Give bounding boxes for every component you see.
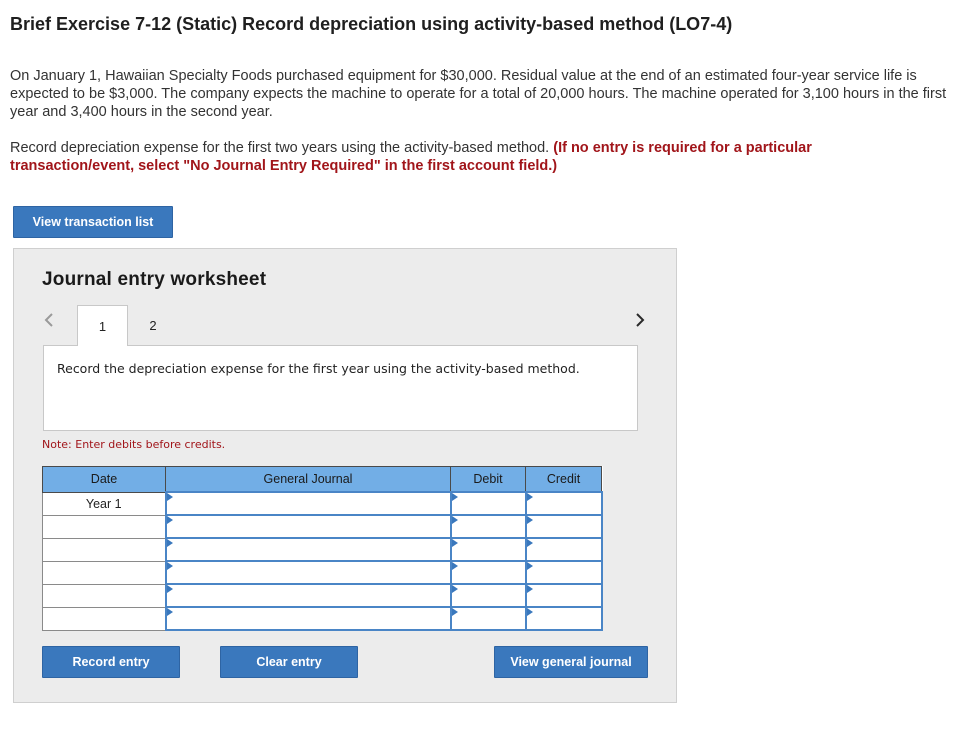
date-cell — [42, 560, 166, 585]
view-general-journal-button[interactable]: View general journal — [494, 646, 648, 678]
account-cell[interactable] — [164, 560, 452, 585]
input-marker-icon — [526, 493, 533, 501]
credit-cell[interactable] — [524, 537, 603, 562]
table-row — [42, 514, 603, 539]
dropdown-marker-icon — [166, 539, 173, 547]
tab-1[interactable]: 1 — [77, 305, 128, 346]
input-marker-icon — [526, 516, 533, 524]
general-journal-header: General Journal — [165, 466, 451, 493]
date-header: Date — [42, 466, 166, 493]
debit-cell[interactable] — [449, 537, 527, 562]
input-marker-icon — [451, 539, 458, 547]
input-marker-icon — [526, 608, 533, 616]
worksheet-title: Journal entry worksheet — [42, 269, 267, 290]
date-cell: Year 1 — [42, 491, 166, 516]
debit-cell[interactable] — [449, 606, 527, 631]
record-entry-button[interactable]: Record entry — [42, 646, 180, 678]
debit-cell[interactable] — [449, 514, 527, 539]
chevron-right-icon[interactable] — [630, 310, 650, 330]
date-cell — [42, 514, 166, 539]
input-marker-icon — [451, 516, 458, 524]
dropdown-marker-icon — [166, 562, 173, 570]
credit-cell[interactable] — [524, 606, 603, 631]
input-marker-icon — [451, 493, 458, 501]
account-cell[interactable] — [164, 583, 452, 608]
task-description: Record the depreciation expense for the … — [43, 345, 638, 431]
instruction-main: Record depreciation expense for the firs… — [10, 140, 550, 156]
date-cell — [42, 583, 166, 608]
journal-header-row: Date General Journal Debit Credit — [42, 466, 602, 493]
input-marker-icon — [451, 585, 458, 593]
page-title: Brief Exercise 7-12 (Static) Record depr… — [10, 14, 733, 34]
account-cell[interactable] — [164, 491, 452, 516]
table-row: Year 1 — [42, 491, 603, 516]
table-row — [42, 537, 603, 562]
credit-cell[interactable] — [524, 560, 603, 585]
account-cell[interactable] — [164, 537, 452, 562]
date-cell — [42, 606, 166, 631]
input-marker-icon — [526, 539, 533, 547]
date-cell — [42, 537, 166, 562]
table-row — [42, 583, 603, 608]
dropdown-marker-icon — [166, 608, 173, 616]
tab-2[interactable]: 2 — [140, 305, 166, 346]
chevron-left-icon[interactable] — [39, 310, 59, 330]
clear-entry-button[interactable]: Clear entry — [220, 646, 358, 678]
debit-cell[interactable] — [449, 491, 527, 516]
debit-header: Debit — [450, 466, 526, 493]
account-cell[interactable] — [164, 606, 452, 631]
journal-entry-worksheet: Journal entry worksheet 1 2 Record the d… — [13, 248, 677, 703]
input-marker-icon — [526, 562, 533, 570]
credit-cell[interactable] — [524, 491, 603, 516]
credit-cell[interactable] — [524, 583, 603, 608]
note-text: Note: Enter debits before credits. — [42, 438, 226, 451]
problem-text: On January 1, Hawaiian Specialty Foods p… — [10, 68, 947, 120]
instruction-text: Record depreciation expense for the firs… — [10, 139, 910, 175]
table-row — [42, 606, 603, 631]
view-transaction-list-button[interactable]: View transaction list — [13, 206, 173, 238]
credit-cell[interactable] — [524, 514, 603, 539]
dropdown-marker-icon — [166, 585, 173, 593]
input-marker-icon — [526, 585, 533, 593]
account-cell[interactable] — [164, 514, 452, 539]
input-marker-icon — [451, 608, 458, 616]
debit-cell[interactable] — [449, 583, 527, 608]
journal-table: Date General Journal Debit Credit Year 1 — [42, 466, 603, 631]
dropdown-marker-icon — [166, 493, 173, 501]
input-marker-icon — [451, 562, 458, 570]
dropdown-marker-icon — [166, 516, 173, 524]
table-row — [42, 560, 603, 585]
debit-cell[interactable] — [449, 560, 527, 585]
credit-header: Credit — [525, 466, 602, 493]
